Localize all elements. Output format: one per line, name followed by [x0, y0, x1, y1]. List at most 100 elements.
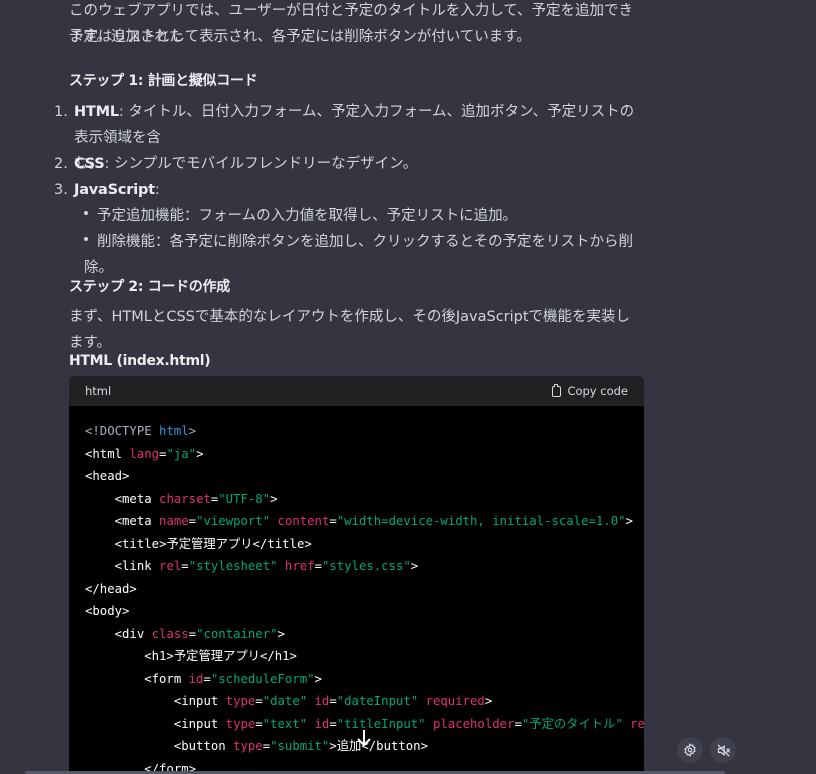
code-line: <title>予定管理アプリ</title>: [85, 533, 644, 556]
code-token: <html: [85, 446, 130, 461]
code-token: <form: [85, 671, 189, 686]
code-token: rel: [159, 559, 182, 573]
code-token: type: [225, 716, 256, 731]
code-token: charset: [159, 491, 211, 506]
code-token: placeholder: [433, 716, 515, 731]
sub-list-item: 予定追加機能：フォームの入力値を取得し、予定リストに追加。: [84, 203, 517, 229]
code-token: type: [233, 739, 263, 753]
sub-list-text: 予定追加機能：フォームの入力値を取得し、予定リストに追加。: [97, 208, 518, 224]
code-token: <head>: [85, 469, 130, 483]
code-token: >: [410, 559, 419, 573]
code-token: "予定のタイトル": [521, 716, 623, 731]
code-line: <h1>予定管理アプリ</h1>: [85, 645, 644, 668]
code-token: =: [329, 716, 337, 731]
list-text: : シンプルでモバイルフレンドリーなデザイン。: [104, 156, 418, 172]
code-token: >: [329, 739, 337, 753]
code-line: <meta name="viewport" content="width=dev…: [85, 510, 644, 533]
list-label: CSS: [74, 156, 105, 172]
code-line: </head>: [85, 578, 644, 601]
code-token: href: [284, 559, 315, 573]
code-line: <!DOCTYPE html>: [85, 420, 644, 443]
code-language: html: [85, 384, 112, 398]
speaker-muted-icon: [716, 743, 730, 757]
step2-text: まず、HTMLとCSSで基本的なレイアウトを作成し、その後JavaScriptで…: [69, 309, 631, 351]
code-token: <meta: [85, 514, 160, 528]
code-token: <input: [85, 694, 226, 708]
code-token: <div: [85, 626, 152, 641]
code-token: >: [188, 424, 197, 438]
sub-list-text: 削除機能：各予定に削除ボタンを追加し、クリックするとその予定をリストから削除。: [84, 234, 634, 276]
step1-heading: ステップ 1: 計画と擬似コード: [69, 73, 258, 89]
code-token: <!DOCTYPE: [85, 424, 160, 438]
bullet-icon: [84, 211, 88, 215]
code-token: class: [151, 626, 189, 641]
code-token: 予定管理アプリ: [173, 649, 260, 663]
code-token: id: [314, 716, 330, 731]
code-token: </head>: [85, 581, 137, 596]
code-token: <body>: [85, 604, 130, 618]
code-token: =: [255, 716, 263, 731]
code-token: =: [329, 514, 337, 528]
code-token: =: [188, 626, 197, 641]
code-token: id: [314, 694, 330, 708]
gear-icon: [684, 743, 696, 757]
code-token: required: [630, 716, 644, 731]
code-line: <body>: [85, 600, 644, 623]
code-token: <h1>: [85, 649, 174, 663]
code-token: <meta: [85, 491, 160, 506]
list-number: 1.: [54, 104, 68, 120]
code-token: content: [277, 514, 330, 528]
code-token: "date": [262, 694, 308, 708]
code-token: <title>: [85, 536, 167, 551]
code-token: "text": [262, 716, 308, 731]
list-item-css: 2. CSS: シンプルでモバイルフレンドリーなデザイン。: [54, 151, 644, 177]
arrow-down-icon: [357, 730, 371, 747]
intro-line-2: 予定はリストとして表示され、各予定には削除ボタンが付いています。: [69, 29, 531, 45]
code-token: lang: [129, 446, 160, 461]
code-token: "ja": [166, 446, 197, 461]
code-line: <input type="date" id="dateInput" requir…: [85, 690, 644, 713]
code-token: >: [314, 671, 322, 686]
code-token: <link: [85, 559, 160, 573]
code-token: </title>: [252, 536, 312, 551]
code-token: >: [196, 446, 204, 461]
code-token: html: [159, 424, 189, 438]
code-token: =: [255, 694, 263, 708]
copy-code-button[interactable]: Copy code: [552, 383, 628, 398]
code-line: <form id="scheduleForm">: [85, 668, 644, 691]
code-token: =: [262, 739, 271, 753]
code-line: <link rel="stylesheet" href="styles.css"…: [85, 555, 644, 578]
bullet-icon: [84, 237, 88, 241]
code-token: "viewport": [196, 514, 271, 528]
code-token: <button: [85, 739, 234, 753]
code-token: =: [514, 716, 522, 731]
settings-button[interactable]: [677, 737, 703, 763]
code-token: =: [329, 694, 337, 708]
code-token: required: [425, 694, 485, 708]
code-content: <!DOCTYPE html> <html lang="ja"> <head> <m…: [85, 420, 644, 774]
scroll-to-bottom-button[interactable]: [352, 726, 376, 750]
code-token: name: [159, 514, 189, 528]
code-token: 予定管理アプリ: [166, 536, 253, 551]
list-item-js: 3. JavaScript:: [54, 177, 644, 203]
code-token: "titleInput": [336, 716, 426, 731]
code-header: html Copy code: [69, 376, 644, 406]
code-token: "stylesheet": [188, 559, 278, 573]
code-token: <input: [85, 716, 226, 731]
mute-button[interactable]: [710, 737, 736, 763]
code-token: "styles.css": [321, 559, 411, 573]
code-token: =: [203, 671, 211, 686]
code-token: "dateInput": [336, 694, 419, 708]
copy-code-label: Copy code: [567, 384, 628, 398]
step2-heading: ステップ 2: コードの作成: [69, 279, 230, 295]
code-token: </h1>: [259, 649, 297, 663]
list-number: 2.: [54, 156, 68, 172]
code-token: >: [277, 626, 285, 641]
list-number: 3.: [54, 182, 68, 198]
clipboard-icon: [552, 383, 562, 397]
list-text: : タイトル、日付入力フォーム、予定入力フォーム、追加ボタン、予定リストの表示領…: [74, 104, 635, 146]
